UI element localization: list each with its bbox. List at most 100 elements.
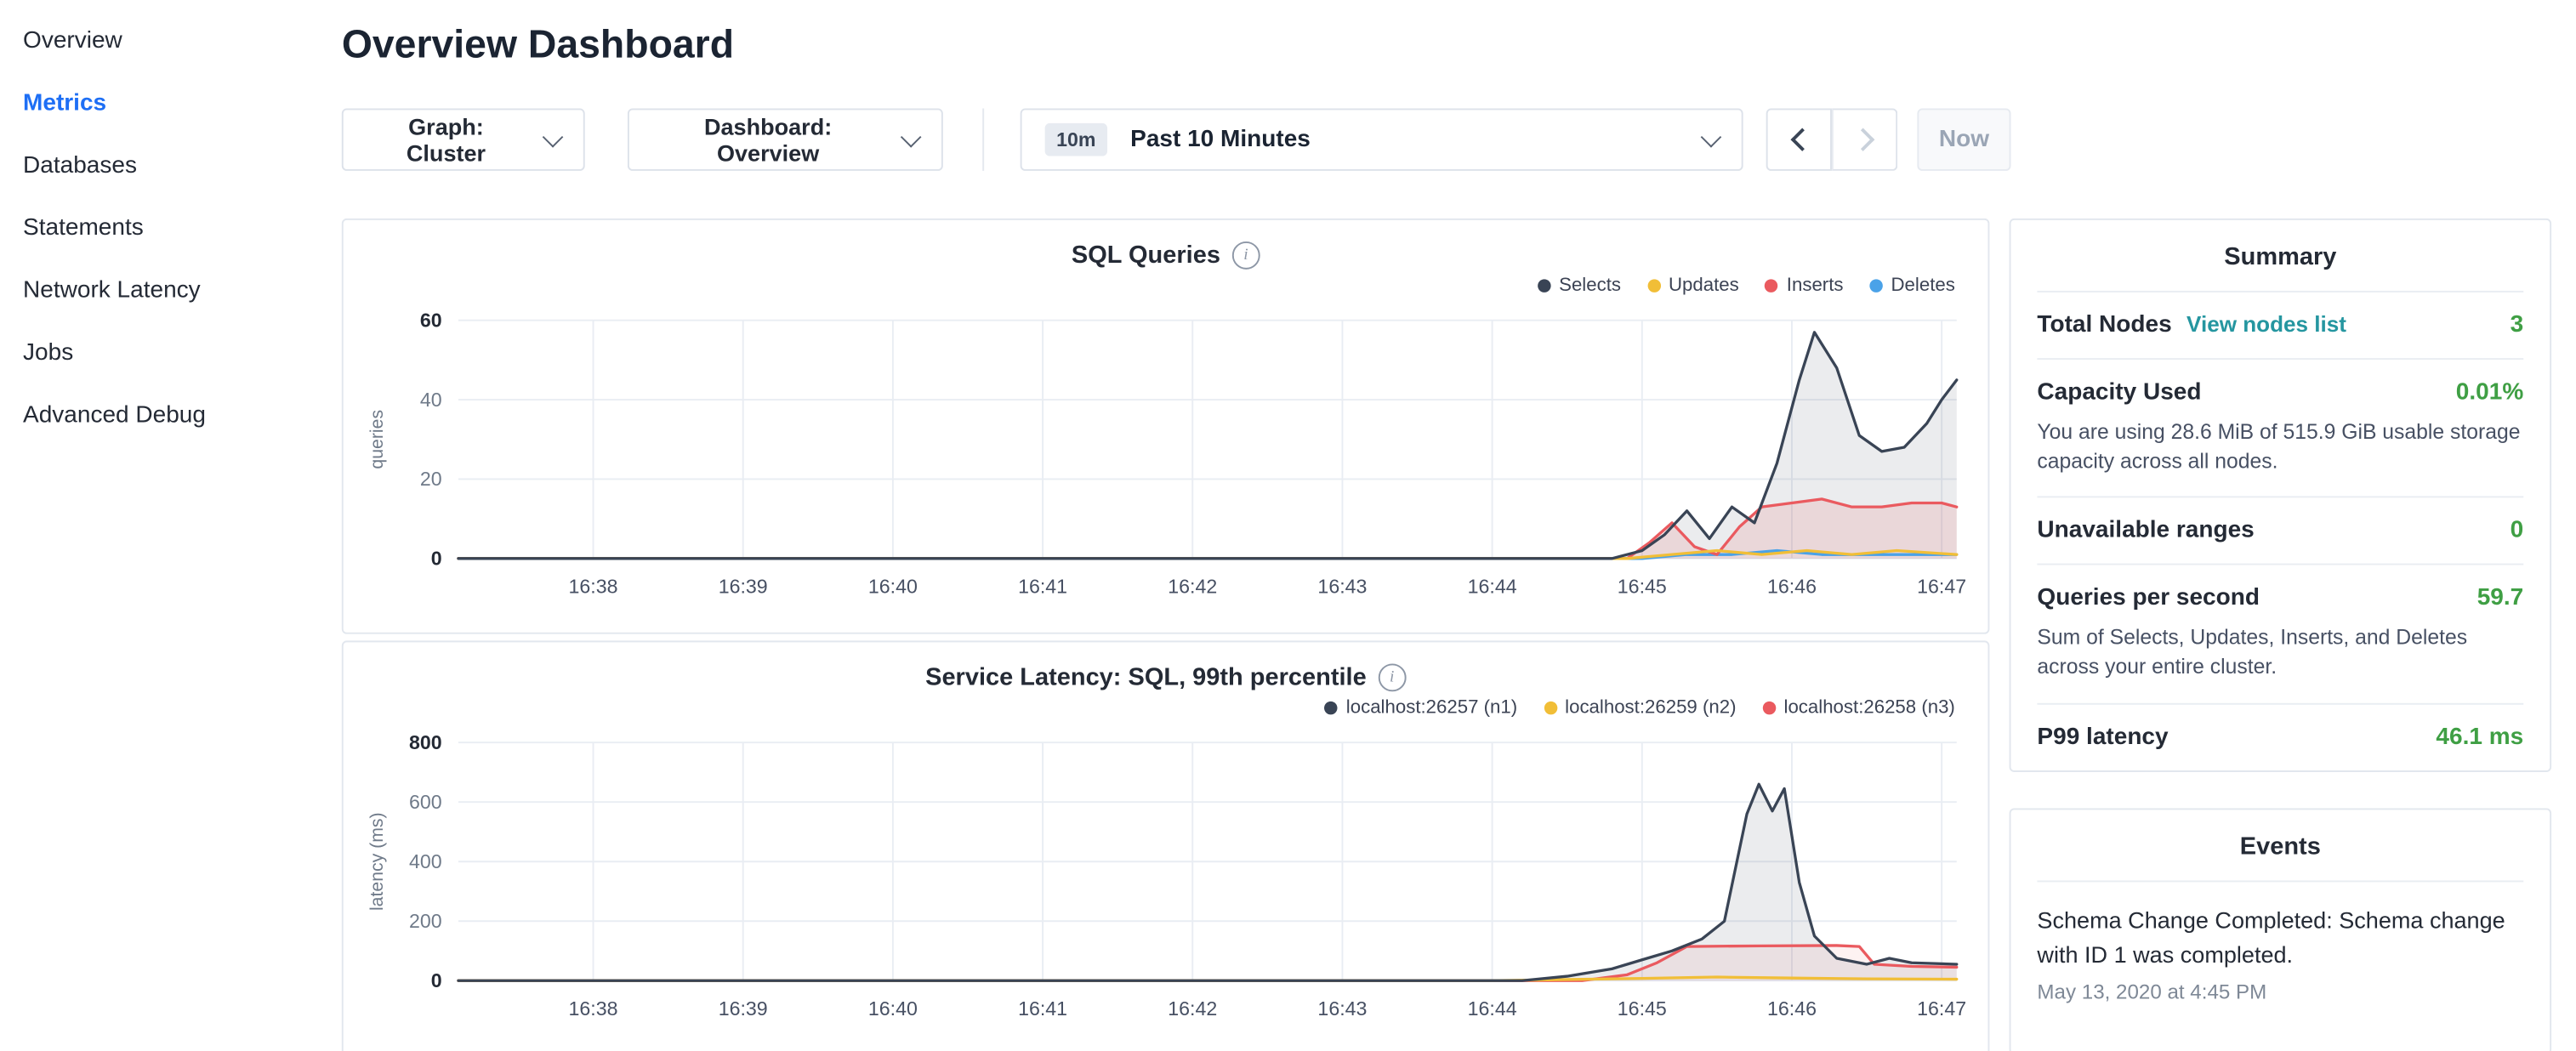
- summary-row-capacity-used: Capacity Used 0.01% You are using 28.6 MiB…: [2037, 360, 2523, 498]
- event-timestamp: May 13, 2020 at 4:45 PM: [2037, 980, 2523, 1003]
- series-area-localhost-26258-n3: [458, 946, 1957, 980]
- sidebar-item-metrics[interactable]: Metrics: [0, 72, 312, 134]
- graph-dropdown[interactable]: Graph: Cluster: [342, 108, 585, 170]
- legend-item-localhost-26257-n1[interactable]: localhost:26257 (n1): [1325, 696, 1517, 719]
- svg-text:800: 800: [409, 731, 442, 753]
- series-area-selects: [458, 332, 1957, 559]
- dashboard-content: SQL Queries Selects Updates Inserts Deletes…: [342, 219, 2551, 1051]
- sidebar-item-databases[interactable]: Databases: [0, 134, 312, 196]
- page-title: Overview Dashboard: [342, 23, 2551, 69]
- dashboard-dropdown[interactable]: Dashboard: Overview: [628, 108, 943, 170]
- legend-dot: [1762, 702, 1775, 714]
- summary-label: P99 latency: [2037, 724, 2168, 750]
- sidebar-item-network-latency[interactable]: Network Latency: [0, 259, 312, 321]
- svg-text:16:40: 16:40: [868, 997, 918, 1020]
- now-button[interactable]: Now: [1917, 108, 2010, 170]
- summary-value: 59.7: [2477, 585, 2524, 611]
- legend-label: Inserts: [1787, 276, 1844, 296]
- legend-item-localhost-26258-n3[interactable]: localhost:26258 (n3): [1762, 696, 1954, 719]
- svg-text:16:45: 16:45: [1618, 997, 1667, 1020]
- legend-dot: [1647, 279, 1660, 292]
- svg-text:16:41: 16:41: [1018, 997, 1067, 1020]
- svg-text:16:47: 16:47: [1917, 997, 1966, 1020]
- summary-row-unavailable-ranges: Unavailable ranges0: [2037, 498, 2523, 565]
- legend-dot: [1766, 279, 1778, 292]
- svg-text:16:43: 16:43: [1317, 575, 1367, 597]
- svg-text:200: 200: [409, 910, 442, 932]
- chart-panel-sql-queries: SQL Queries Selects Updates Inserts Deletes…: [342, 219, 1990, 634]
- sidebar-item-overview[interactable]: Overview: [0, 10, 312, 72]
- legend-item-localhost-26259-n2[interactable]: localhost:26259 (n2): [1544, 696, 1736, 719]
- legend-label: localhost:26259 (n2): [1565, 698, 1736, 718]
- time-range-selector[interactable]: 10m Past 10 Minutes: [1021, 108, 1743, 170]
- chevron-left-icon: [1790, 128, 1813, 151]
- summary-label: Total Nodes: [2037, 312, 2171, 338]
- svg-text:16:40: 16:40: [868, 575, 918, 597]
- legend-dot: [1325, 702, 1338, 714]
- chart-panel-service-latency: Service Latency: SQL, 99th percentile lo…: [342, 640, 1990, 1051]
- svg-text:16:38: 16:38: [569, 575, 618, 597]
- chevron-right-icon: [1851, 128, 1874, 151]
- chart-legend: Selects Updates Inserts Deletes: [344, 275, 1988, 298]
- svg-text:20: 20: [420, 468, 442, 490]
- time-next-button[interactable]: [1832, 108, 1897, 170]
- controls-divider: [982, 108, 984, 170]
- svg-text:400: 400: [409, 850, 442, 872]
- right-column: Summary Total NodesView nodes list3Capac…: [2010, 219, 2551, 1051]
- svg-text:16:39: 16:39: [719, 997, 768, 1020]
- legend-item-deletes[interactable]: Deletes: [1869, 275, 1954, 298]
- chevron-down-icon: [901, 126, 922, 147]
- svg-text:16:44: 16:44: [1468, 997, 1517, 1020]
- sidebar-item-jobs[interactable]: Jobs: [0, 322, 312, 384]
- chart-header: Service Latency: SQL, 99th percentile: [344, 663, 1988, 691]
- summary-row-total-nodes: Total NodesView nodes list3: [2037, 293, 2523, 360]
- svg-text:16:42: 16:42: [1168, 575, 1217, 597]
- svg-text:16:41: 16:41: [1018, 575, 1067, 597]
- svg-text:16:42: 16:42: [1168, 997, 1217, 1020]
- events-title: Events: [2037, 810, 2523, 882]
- svg-text:16:38: 16:38: [569, 997, 618, 1020]
- legend-item-updates[interactable]: Updates: [1647, 275, 1739, 298]
- legend-label: Updates: [1669, 276, 1739, 296]
- summary-panel: Summary Total NodesView nodes list3Capac…: [2010, 219, 2551, 771]
- summary-label: Capacity Used: [2037, 379, 2201, 406]
- chart-legend: localhost:26257 (n1) localhost:26259 (n2)…: [344, 696, 1988, 719]
- summary-desc: You are using 28.6 MiB of 515.9 GiB usab…: [2037, 418, 2523, 477]
- sidebar: OverviewMetricsDatabasesStatementsNetwor…: [0, 0, 312, 1051]
- info-icon[interactable]: [1231, 241, 1260, 270]
- event-item[interactable]: Schema Change Completed: Schema change w…: [2037, 882, 2523, 1025]
- sidebar-item-statements[interactable]: Statements: [0, 197, 312, 259]
- chart-canvas-service-latency: 16:38 16:39 16:40 16:41 16:42 16:43 16:44 16:45…: [344, 723, 1987, 1045]
- summary-title: Summary: [2037, 220, 2523, 293]
- view-nodes-link[interactable]: View nodes list: [2186, 312, 2346, 337]
- legend-dot: [1538, 279, 1550, 292]
- svg-text:latency (ms): latency (ms): [367, 812, 387, 911]
- summary-row-p99-latency: P99 latency 46.1 ms: [2037, 704, 2523, 770]
- svg-text:16:44: 16:44: [1468, 575, 1517, 597]
- summary-rows: Total NodesView nodes list3Capacity Used…: [2037, 293, 2523, 770]
- svg-text:16:43: 16:43: [1317, 997, 1367, 1020]
- sidebar-nav: OverviewMetricsDatabasesStatementsNetwor…: [0, 10, 312, 447]
- dashboard-dropdown-label: Dashboard: Overview: [652, 113, 884, 166]
- summary-label: Queries per second: [2037, 585, 2260, 611]
- svg-text:40: 40: [420, 389, 442, 411]
- svg-text:600: 600: [409, 791, 442, 813]
- summary-value: 0.01%: [2456, 379, 2523, 406]
- svg-text:16:47: 16:47: [1917, 575, 1966, 597]
- graph-dropdown-label: Graph: Cluster: [367, 113, 526, 166]
- time-step-buttons: [1766, 108, 1898, 170]
- summary-label: Unavailable ranges: [2037, 518, 2254, 544]
- summary-row-queries-per-second: Queries per second59.7Sum of Selects, Up…: [2037, 565, 2523, 704]
- chart-title: SQL Queries: [1072, 241, 1220, 270]
- info-icon[interactable]: [1378, 663, 1406, 691]
- legend-item-inserts[interactable]: Inserts: [1766, 275, 1844, 298]
- svg-text:16:46: 16:46: [1767, 997, 1817, 1020]
- time-range-label: Past 10 Minutes: [1130, 127, 1311, 153]
- svg-text:60: 60: [420, 309, 442, 331]
- events-list: Schema Change Completed: Schema change w…: [2037, 882, 2523, 1025]
- legend-item-selects[interactable]: Selects: [1538, 275, 1621, 298]
- time-prev-button[interactable]: [1766, 108, 1832, 170]
- summary-value: 46.1 ms: [2436, 724, 2523, 750]
- chart-canvas-sql-queries: 16:3816:3916:4016:4116:4216:4316:4416:45…: [344, 301, 1987, 623]
- sidebar-item-advanced-debug[interactable]: Advanced Debug: [0, 384, 312, 446]
